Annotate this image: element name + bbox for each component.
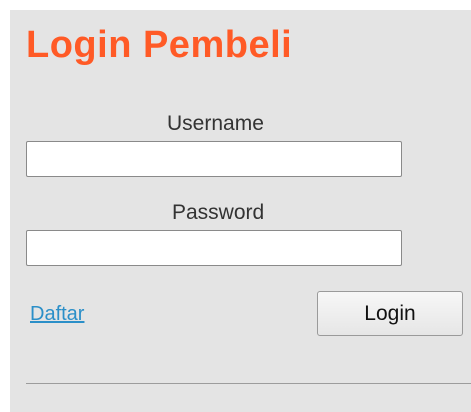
username-label: Username xyxy=(167,112,264,135)
username-input[interactable] xyxy=(26,141,402,177)
divider xyxy=(26,383,471,384)
login-button[interactable]: Login xyxy=(317,291,463,336)
page-title: Login Pembeli xyxy=(26,24,293,66)
register-link[interactable]: Daftar xyxy=(30,303,84,326)
password-input[interactable] xyxy=(26,230,402,266)
login-panel: Login Pembeli Username Password Daftar L… xyxy=(10,10,471,412)
password-label: Password xyxy=(172,201,265,224)
